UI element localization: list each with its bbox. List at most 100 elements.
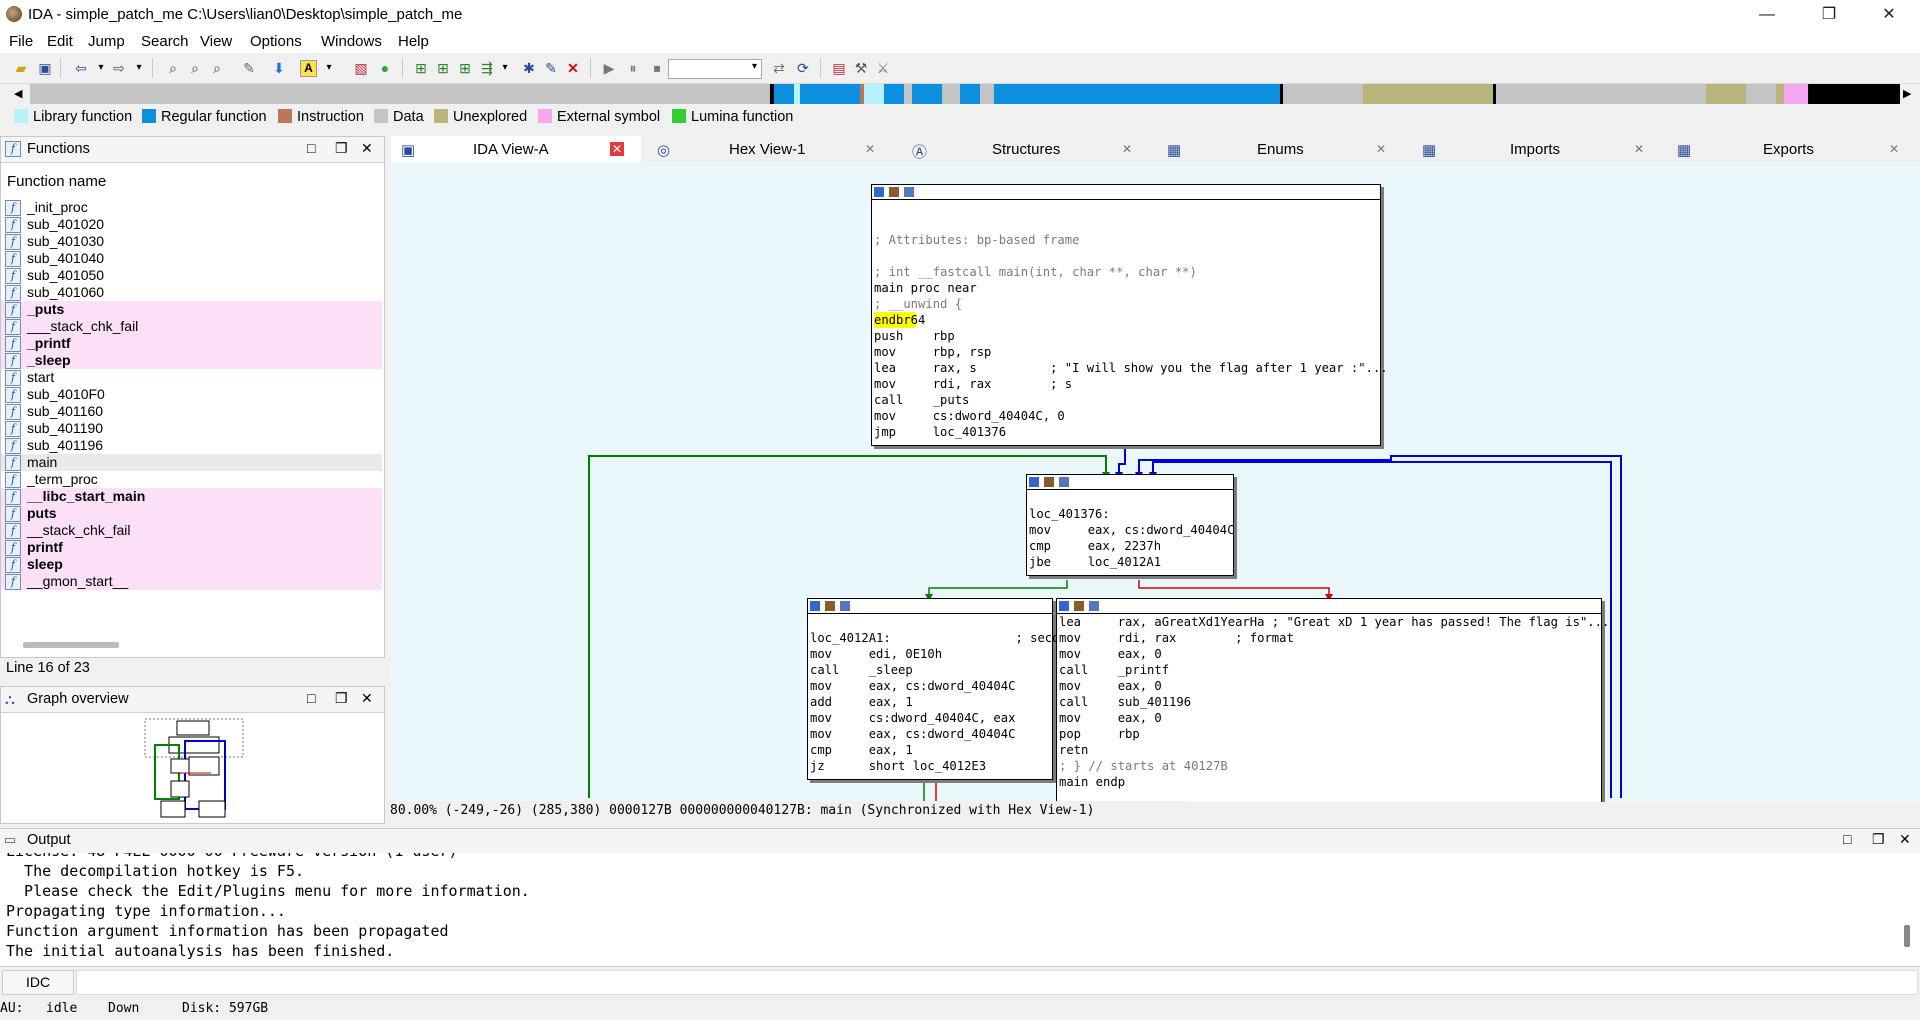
- tree-icon[interactable]: ✱: [520, 59, 538, 77]
- node-left-code[interactable]: loc_4012A1: ; seconds mov edi, 0E10h call …: [808, 614, 1082, 774]
- node-group-icon[interactable]: [1059, 477, 1069, 487]
- asm-line[interactable]: mov cs:dword_40404C, 0: [874, 408, 1380, 424]
- asm-line[interactable]: mov rdi, rax ; format: [1059, 630, 1601, 646]
- scroll-left-arrow[interactable]: ◀: [14, 87, 22, 100]
- close-icon[interactable]: ✕: [1632, 142, 1646, 156]
- asm-line[interactable]: jbe loc_4012A1: [1029, 554, 1233, 570]
- binoculars-icon[interactable]: ⌕: [164, 59, 182, 77]
- menu-file[interactable]: File: [9, 33, 33, 50]
- asm-line[interactable]: [1029, 490, 1233, 506]
- asm-line[interactable]: cmp eax, 2237h: [1029, 538, 1233, 554]
- graph-overview-minimap[interactable]: [141, 717, 251, 821]
- asm-line[interactable]: call sub_401196: [1059, 694, 1601, 710]
- arrows-icon[interactable]: ⇶: [478, 59, 496, 77]
- attach-icon[interactable]: ⇄: [770, 59, 788, 77]
- function-list-item[interactable]: f sub_401020: [1, 216, 382, 233]
- function-list-item[interactable]: f _sleep: [1, 352, 382, 369]
- asm-line[interactable]: call _puts: [874, 392, 1380, 408]
- function-list-item[interactable]: f _printf: [1, 335, 382, 352]
- tab-hex-view-1[interactable]: ◎ Hex View-1 ✕: [645, 136, 890, 162]
- pause-icon[interactable]: ⏸: [624, 59, 642, 77]
- node-color-icon[interactable]: [810, 601, 820, 611]
- output-log[interactable]: License: 48 F4EE 0000 00 Freeware versio…: [0, 853, 1900, 959]
- asm-line[interactable]: call _sleep: [810, 662, 1052, 678]
- asm-line[interactable]: main endp: [1059, 774, 1601, 790]
- asm-line[interactable]: loc_401376:: [1029, 506, 1233, 522]
- asm-line[interactable]: mov eax, cs:dword_40404C: [1029, 522, 1234, 538]
- asm-line[interactable]: cmp eax, 1: [810, 742, 1052, 758]
- minimize-button[interactable]: —: [1744, 0, 1790, 29]
- arrows-dropdown-icon[interactable]: ▾: [496, 59, 514, 77]
- patch-icon[interactable]: ✎: [542, 59, 560, 77]
- asm-line[interactable]: [874, 248, 1380, 264]
- node-color-icon[interactable]: [874, 187, 884, 197]
- add-enum-icon[interactable]: ⊞: [456, 59, 474, 77]
- asm-line[interactable]: ; } // starts at 40127B: [1059, 758, 1601, 774]
- tab-imports[interactable]: ▦ Imports ✕: [1410, 136, 1655, 162]
- menu-edit[interactable]: Edit: [47, 33, 73, 50]
- asm-line[interactable]: mov eax, cs:dword_40404C: [810, 678, 1052, 694]
- asm-line[interactable]: mov eax, cs:dword_40404C: [810, 726, 1052, 742]
- asm-line[interactable]: main proc near: [874, 280, 1380, 296]
- function-list-item[interactable]: f sub_401190: [1, 420, 382, 437]
- text-color-icon[interactable]: A: [300, 60, 317, 77]
- menu-windows[interactable]: Windows: [321, 33, 382, 50]
- node-picture-icon[interactable]: [825, 601, 835, 611]
- menu-view[interactable]: View: [200, 33, 232, 50]
- restore-button[interactable]: ❐: [1806, 0, 1852, 29]
- asm-line[interactable]: mov eax, 0: [1059, 710, 1601, 726]
- play-icon[interactable]: ▶: [600, 59, 618, 77]
- close-window-button[interactable]: ✕: [1866, 0, 1912, 29]
- float-icon[interactable]: ❐: [335, 690, 348, 707]
- jump-down-icon[interactable]: ⬇: [270, 59, 288, 77]
- function-list-item[interactable]: f ___stack_chk_fail: [1, 318, 382, 335]
- back-icon[interactable]: ⇦: [72, 59, 90, 77]
- back-dropdown-icon[interactable]: ▾: [92, 59, 110, 77]
- node-exit[interactable]: lea rax, aGreatXd1YearHa ; "Great xD 1 y…: [1056, 598, 1609, 802]
- tab-enums[interactable]: ▦ Enums ✕: [1155, 136, 1400, 162]
- function-list-item[interactable]: f _init_proc: [1, 199, 382, 216]
- node-loop-code[interactable]: loc_401376: mov eax, cs:dword_40404C cmp e…: [1027, 490, 1234, 570]
- menu-search[interactable]: Search: [141, 33, 189, 50]
- node-picture-icon[interactable]: [1044, 477, 1054, 487]
- close-icon[interactable]: ✕: [1899, 831, 1911, 848]
- calc-icon[interactable]: ▤: [830, 59, 848, 77]
- node-main[interactable]: ; Attributes: bp-based frame ; int __fast…: [871, 184, 1388, 446]
- asm-line[interactable]: mov rdi, rax ; s: [874, 376, 1380, 392]
- breakpoint-icon[interactable]: ⚔: [874, 59, 892, 77]
- horizontal-scrollbar[interactable]: [23, 642, 119, 648]
- search-binary-icon[interactable]: ⌕: [208, 59, 226, 77]
- tab-exports[interactable]: ▦ Exports ✕: [1665, 136, 1915, 162]
- function-name-column-header[interactable]: Function name: [7, 173, 106, 190]
- maximize-icon[interactable]: □: [307, 140, 315, 156]
- stop-icon[interactable]: ⏹: [648, 59, 666, 77]
- node-loc-4012a1[interactable]: loc_4012A1: ; seconds mov edi, 0E10h call …: [807, 598, 1082, 780]
- maximize-icon[interactable]: □: [1843, 831, 1851, 847]
- menu-help[interactable]: Help: [398, 33, 429, 50]
- node-picture-icon[interactable]: [889, 187, 899, 197]
- asm-line[interactable]: jmp loc_401376: [874, 424, 1380, 440]
- function-list-item[interactable]: f __gmon_start__: [1, 573, 382, 590]
- tools-icon[interactable]: ⚒: [852, 59, 870, 77]
- asm-line[interactable]: mov edi, 0E10h: [810, 646, 1052, 662]
- node-group-icon[interactable]: [904, 187, 914, 197]
- close-icon[interactable]: ✕: [1887, 142, 1901, 156]
- function-list-item[interactable]: f main: [1, 454, 382, 471]
- asm-line[interactable]: mov eax, 0: [1059, 646, 1601, 662]
- asm-line[interactable]: mov rbp, rsp: [874, 344, 1380, 360]
- asm-line[interactable]: pop rbp: [1059, 726, 1601, 742]
- delete-icon[interactable]: ✕: [564, 59, 582, 77]
- maximize-icon[interactable]: □: [307, 690, 315, 706]
- color-dropdown-icon[interactable]: ▾: [320, 59, 338, 77]
- search-text-icon[interactable]: ⌕: [186, 59, 204, 77]
- node-picture-icon[interactable]: [1074, 601, 1084, 611]
- function-list-item[interactable]: f sub_4010F0: [1, 386, 382, 403]
- green-circle-icon[interactable]: ●: [376, 59, 394, 77]
- menu-jump[interactable]: Jump: [88, 33, 125, 50]
- add-node-icon[interactable]: ⊞: [412, 59, 430, 77]
- asm-line[interactable]: add eax, 1: [810, 694, 1052, 710]
- function-list-item[interactable]: f sub_401160: [1, 403, 382, 420]
- asm-line[interactable]: loc_4012A1: ; seconds: [810, 630, 1082, 646]
- menu-options[interactable]: Options: [250, 33, 302, 50]
- graph-picture-icon[interactable]: ▧: [352, 59, 370, 77]
